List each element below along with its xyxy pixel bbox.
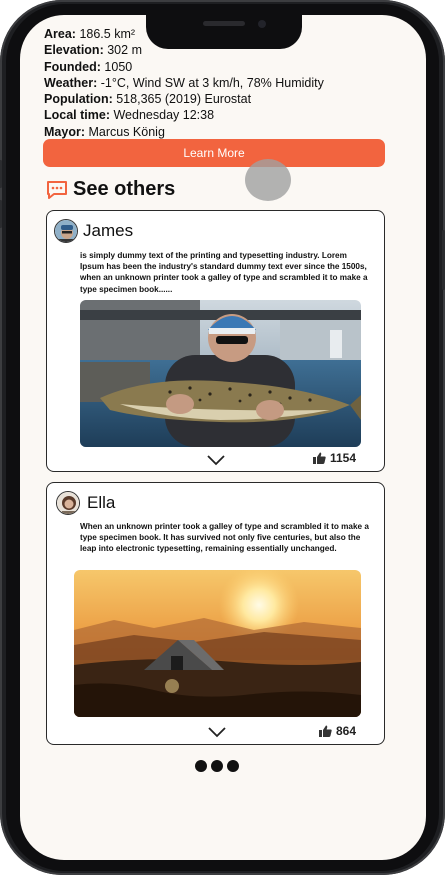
user-photo-icon bbox=[55, 220, 77, 242]
fish-photo-icon bbox=[80, 300, 361, 447]
more-dots-button[interactable] bbox=[195, 760, 239, 772]
chat-icon bbox=[47, 180, 67, 199]
chevron-down-icon[interactable] bbox=[207, 726, 227, 738]
phone-frame: Area: 186.5 km² Elevation: 302 m Founded… bbox=[0, 0, 445, 875]
likes-value: 1154 bbox=[330, 451, 357, 465]
volume-down-button bbox=[0, 200, 2, 228]
tent-sunset-photo-icon bbox=[74, 570, 361, 717]
post-text: When an unknown printer took a galley of… bbox=[80, 522, 369, 554]
info-population: Population: 518,365 (2019) Eurostat bbox=[44, 92, 252, 107]
learn-more-button[interactable]: Learn More bbox=[43, 139, 385, 167]
avatar[interactable] bbox=[54, 219, 78, 243]
dot bbox=[227, 760, 239, 772]
info-weather: Weather: -1°C, Wind SW at 3 km/h, 78% Hu… bbox=[44, 75, 324, 90]
post-photo[interactable] bbox=[74, 570, 361, 717]
thumbs-up-icon bbox=[319, 725, 332, 737]
like-count[interactable]: 1154 bbox=[313, 451, 356, 465]
info-mayor: Mayor: Marcus König bbox=[44, 124, 165, 139]
post-card: James is simply dummy text of the printi… bbox=[46, 210, 385, 472]
info-local-time: Local time: Wednesday 12:38 bbox=[44, 108, 215, 123]
app-screen: Area: 186.5 km² Elevation: 302 m Founded… bbox=[20, 15, 426, 860]
likes-value: 864 bbox=[336, 724, 357, 738]
see-others-heading: See others bbox=[46, 178, 175, 201]
section-title: See others bbox=[73, 178, 176, 200]
touch-indicator bbox=[245, 159, 291, 201]
post-username[interactable]: James bbox=[83, 221, 133, 241]
info-founded: Founded: 1050 bbox=[44, 59, 133, 74]
notch bbox=[146, 15, 302, 49]
post-username[interactable]: Ella bbox=[87, 493, 115, 513]
post-text: is simply dummy text of the printing and… bbox=[80, 251, 368, 294]
camera bbox=[258, 20, 266, 28]
chevron-down-icon[interactable] bbox=[206, 454, 226, 466]
user-photo-icon bbox=[57, 492, 79, 514]
avatar[interactable] bbox=[56, 491, 80, 515]
dot bbox=[211, 760, 223, 772]
speaker bbox=[203, 21, 245, 26]
post-card: Ella When an unknown printer took a gall… bbox=[46, 482, 385, 745]
post-photo[interactable] bbox=[80, 300, 361, 447]
thumbs-up-icon bbox=[313, 452, 326, 464]
volume-up-button bbox=[0, 160, 2, 188]
like-count[interactable]: 864 bbox=[319, 724, 356, 738]
dot bbox=[195, 760, 207, 772]
